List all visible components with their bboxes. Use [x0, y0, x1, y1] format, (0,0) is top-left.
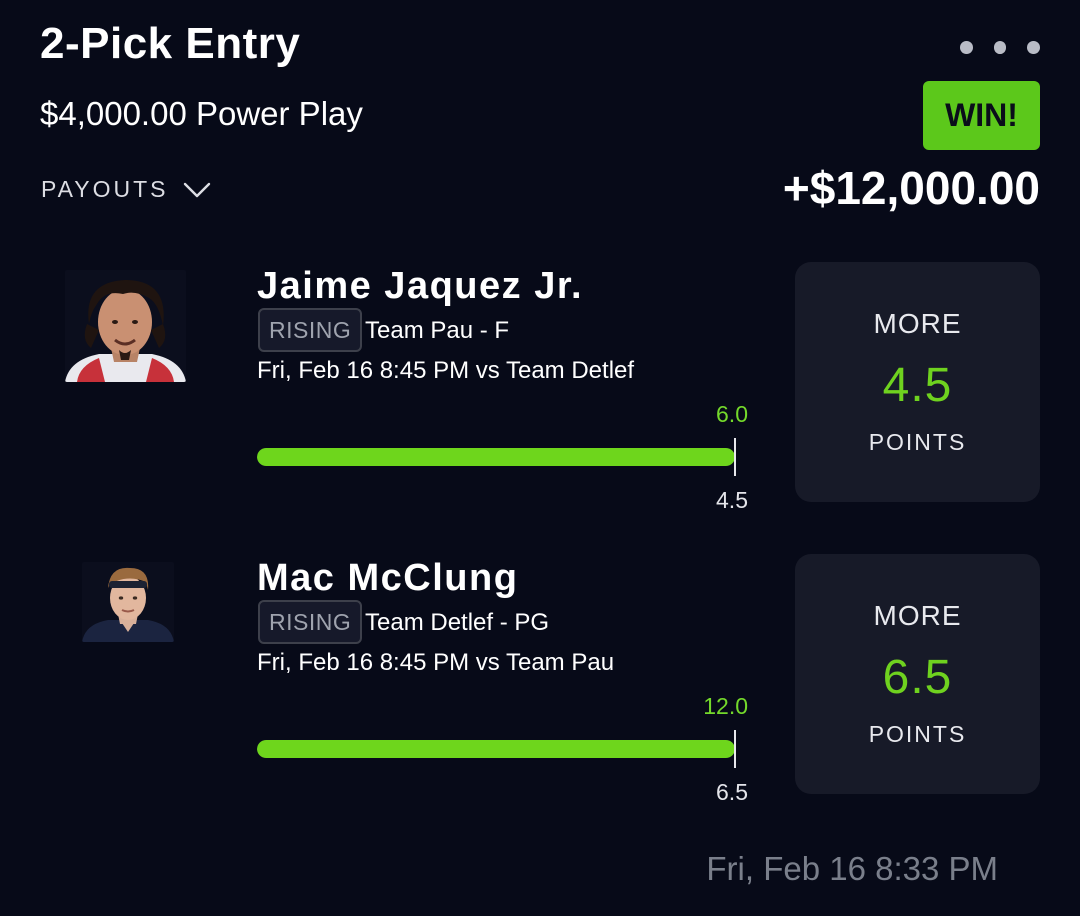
progress-bar [257, 740, 735, 758]
progress-fill [257, 740, 735, 758]
projection-value: 6.5 [882, 651, 953, 704]
game-info: Fri, Feb 16 8:45 PM vs Team Pau [257, 649, 615, 676]
chevron-down-icon [183, 182, 210, 197]
actual-score: 12.0 [703, 693, 748, 719]
dot-icon [993, 40, 1007, 54]
line-marker [734, 730, 736, 768]
progress-bar [257, 448, 735, 466]
winnings-amount: +$12,000.00 [782, 162, 1040, 214]
line-marker [734, 438, 736, 476]
payouts-toggle[interactable]: PAYOUTS [41, 176, 211, 203]
entry-description: $4,000.00 Power Play [40, 95, 363, 132]
pick-card[interactable]: Mac McClung RISING Team Detlef - PG Fri,… [0, 550, 1080, 810]
pick-direction: MORE [873, 308, 962, 339]
dot-icon [960, 40, 973, 54]
stat-type: POINTS [868, 721, 967, 747]
pick-card[interactable]: Jaime Jaquez Jr. RISING Team Pau - F Fri… [0, 258, 1080, 518]
pick-direction: MORE [873, 600, 962, 631]
line-value: 6.5 [716, 779, 748, 805]
team-position: Team Pau - F [365, 317, 510, 344]
stat-type: POINTS [868, 429, 967, 455]
player-avatar [82, 562, 174, 642]
more-options-icon[interactable] [960, 36, 1041, 58]
player-avatar [65, 270, 186, 382]
entry-title: 2-Pick Entry [40, 19, 301, 68]
dot-icon [1027, 40, 1041, 54]
team-position: Team Detlef - PG [365, 609, 550, 636]
line-value: 4.5 [716, 487, 748, 513]
entry-timestamp: Fri, Feb 16 8:33 PM [706, 850, 998, 887]
player-name[interactable]: Mac McClung [257, 556, 518, 600]
result-badge: WIN! [923, 81, 1040, 150]
projection-card[interactable]: MORE 6.5 POINTS [795, 554, 1040, 794]
player-name[interactable]: Jaime Jaquez Jr. [257, 264, 583, 308]
actual-score: 6.0 [716, 401, 748, 427]
projection-card[interactable]: MORE 4.5 POINTS [795, 262, 1040, 502]
rising-badge: RISING [258, 600, 363, 644]
rising-badge: RISING [258, 308, 363, 352]
game-info: Fri, Feb 16 8:45 PM vs Team Detlef [257, 357, 635, 384]
payouts-label: PAYOUTS [41, 176, 169, 202]
progress-fill [257, 448, 735, 466]
projection-value: 4.5 [882, 359, 953, 412]
